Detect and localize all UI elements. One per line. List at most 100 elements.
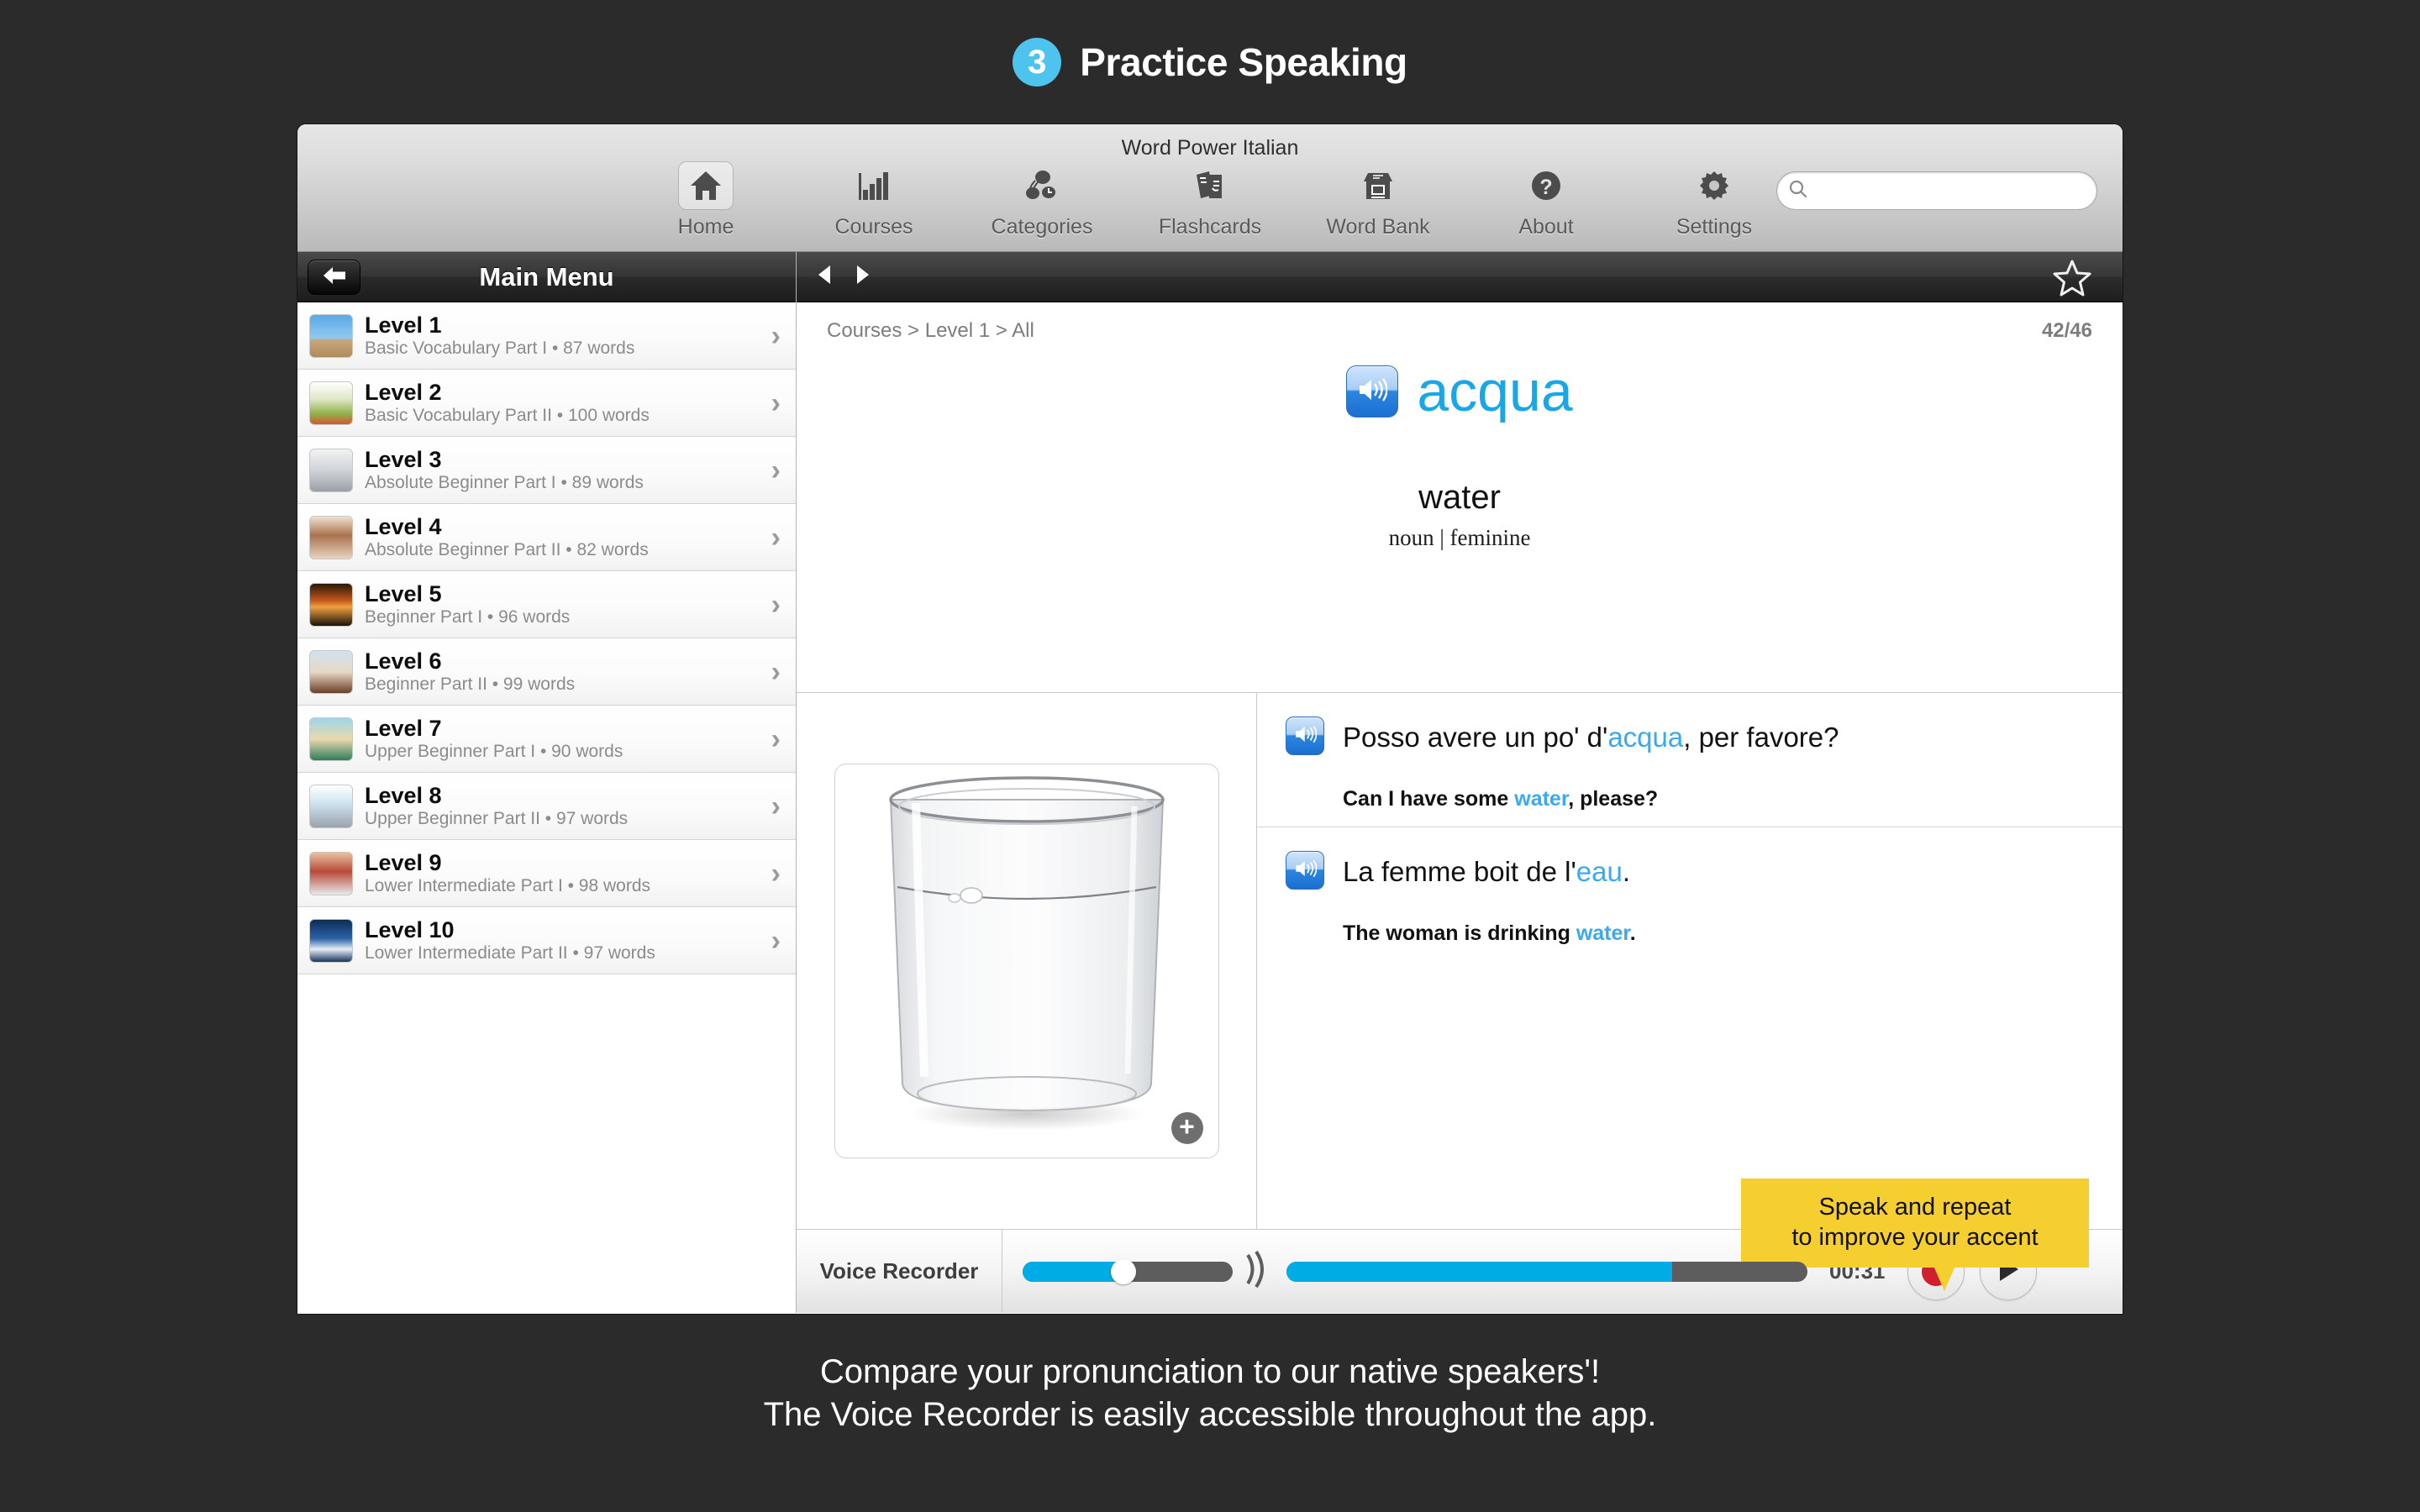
- level-subtitle: Absolute Beginner Part II • 82 words: [365, 540, 649, 560]
- sentence-block-1: Posso avere un po' d'acqua, per favore? …: [1257, 693, 2123, 827]
- bar-chart-icon: [846, 161, 902, 210]
- toolbar-item-flashcards[interactable]: Flashcards: [1126, 161, 1294, 239]
- star-favorite-icon[interactable]: [2052, 259, 2092, 302]
- level-subtitle: Lower Intermediate Part I • 98 words: [365, 876, 651, 896]
- glass-of-water-illustration: [888, 776, 1165, 1131]
- sentence-target-highlight: acqua: [1607, 722, 1684, 753]
- toolbar-item-home[interactable]: Home: [622, 161, 790, 239]
- sentence-native-highlight: water: [1514, 787, 1569, 811]
- sentence-native-highlight: water: [1576, 921, 1630, 945]
- level-thumbnail-icon: [309, 918, 353, 963]
- audio-play-sentence-2-button[interactable]: [1286, 851, 1324, 890]
- level-name: Level 6: [365, 648, 442, 674]
- svg-text:?: ?: [1539, 176, 1552, 199]
- chevron-right-icon: ›: [771, 319, 781, 352]
- recorder-label: Voice Recorder: [819, 1258, 979, 1284]
- search-box[interactable]: [1776, 171, 2097, 210]
- sidebar-item-level-2[interactable]: Level 2 Basic Vocabulary Part II • 100 wo…: [297, 370, 796, 437]
- toolbar-label-home: Home: [677, 215, 734, 239]
- playback-progress-fill: [1286, 1261, 1672, 1282]
- image-pane: +: [797, 693, 1257, 1229]
- translation: water: [1418, 479, 1501, 516]
- promo-header: 3 Practice Speaking: [0, 0, 2420, 124]
- audio-play-headword-button[interactable]: [1346, 365, 1399, 417]
- playback-progress-bar[interactable]: [1286, 1261, 1807, 1282]
- categories-icon: [1014, 161, 1070, 210]
- level-name: Level 1: [365, 312, 442, 338]
- sidebar-title: Main Menu: [479, 261, 614, 291]
- chevron-right-icon: ›: [771, 857, 781, 890]
- footer-caption-line-1: Compare your pronunciation to our native…: [819, 1353, 1601, 1390]
- sidebar-item-level-1[interactable]: Level 1 Basic Vocabulary Part I • 87 word…: [297, 302, 796, 370]
- sidebar-item-level-9[interactable]: Level 9 Lower Intermediate Part I • 98 wo…: [297, 840, 796, 907]
- sidebar-item-level-10[interactable]: Level 10 Lower Intermediate Part II • 97 …: [297, 907, 796, 974]
- level-thumbnail-icon: [309, 649, 353, 694]
- footer-caption-line-2: The Voice Recorder is easily accessible …: [763, 1396, 1657, 1434]
- chevron-right-icon: ›: [771, 454, 781, 486]
- toolbar-label-settings: Settings: [1676, 215, 1753, 239]
- level-text: Level 3 Absolute Beginner Part I • 89 wor…: [365, 447, 760, 493]
- card-middle-section: + Posso avere un po' d'acqua, per favore…: [797, 693, 2123, 1291]
- level-thumbnail-icon: [309, 313, 353, 358]
- toolbar-item-about[interactable]: ? About: [1462, 161, 1630, 239]
- sidebar-item-level-5[interactable]: Level 5 Beginner Part I • 96 words ›: [297, 571, 796, 638]
- next-card-button[interactable]: [854, 264, 872, 290]
- level-name: Level 7: [365, 715, 442, 741]
- audio-play-sentence-1-button[interactable]: [1286, 717, 1324, 755]
- recorder-label-wrap: Voice Recorder: [797, 1230, 1002, 1313]
- level-thumbnail-icon: [309, 515, 353, 559]
- level-thumbnail-icon: [309, 448, 353, 492]
- toolbar-item-courses[interactable]: Courses: [790, 161, 958, 239]
- volume-slider[interactable]: [1023, 1258, 1233, 1284]
- sentences-pane: Posso avere un po' d'acqua, per favore? …: [1257, 693, 2123, 1291]
- toolbar: Word Power Italian Home Courses Categori…: [297, 124, 2123, 252]
- arrow-left-icon: [322, 265, 347, 291]
- sidebar-item-level-3[interactable]: Level 3 Absolute Beginner Part I • 89 wor…: [297, 437, 796, 504]
- step-number-badge: 3: [1013, 38, 1062, 87]
- chevron-right-icon: ›: [771, 924, 781, 957]
- level-name: Level 5: [365, 580, 442, 606]
- zoom-image-button[interactable]: +: [1171, 1112, 1203, 1144]
- level-text: Level 4 Absolute Beginner Part II • 82 wo…: [365, 514, 760, 560]
- sentence-native-post: , please?: [1568, 787, 1659, 811]
- app-title: Word Power Italian: [1121, 136, 1299, 160]
- sidebar-item-level-7[interactable]: Level 7 Upper Beginner Part I • 90 words ›: [297, 706, 796, 773]
- callout-tail: [1933, 1266, 1955, 1291]
- search-icon: [1789, 180, 1807, 202]
- level-text: Level 1 Basic Vocabulary Part I • 87 word…: [365, 312, 760, 359]
- toolbar-label-flashcards: Flashcards: [1158, 215, 1262, 239]
- level-name: Level 2: [365, 379, 442, 405]
- speaker-icon: [1294, 724, 1318, 748]
- sidebar-item-level-8[interactable]: Level 8 Upper Beginner Part II • 97 words…: [297, 773, 796, 840]
- level-thumbnail-icon: [309, 851, 353, 895]
- previous-card-button[interactable]: [815, 264, 834, 290]
- level-text: Level 6 Beginner Part II • 99 words: [365, 648, 760, 695]
- chevron-right-icon: ›: [771, 790, 781, 822]
- word-image-frame[interactable]: +: [834, 764, 1219, 1158]
- volume-slider-fill: [1023, 1261, 1123, 1282]
- toolbar-item-categories[interactable]: Categories: [958, 161, 1126, 239]
- level-subtitle: Lower Intermediate Part II • 97 words: [365, 943, 655, 963]
- sentence-target-pre: La femme boit de l': [1343, 856, 1576, 887]
- volume-slider-knob[interactable]: [1111, 1258, 1136, 1284]
- main-pane: Courses > Level 1 > All 42/46 acqua wate…: [797, 252, 2123, 1313]
- chevron-right-icon: ›: [771, 722, 781, 755]
- question-mark-icon: ?: [1518, 161, 1574, 210]
- headword: acqua: [1417, 360, 1573, 423]
- breadcrumb[interactable]: Courses > Level 1 > All: [827, 319, 1034, 343]
- chevron-right-icon: ›: [771, 588, 781, 621]
- level-name: Level 4: [365, 513, 442, 539]
- volume-waves-icon: [1243, 1250, 1268, 1293]
- toolbar-item-word-bank[interactable]: Word Bank: [1294, 161, 1462, 239]
- sidebar-item-level-6[interactable]: Level 6 Beginner Part II • 99 words ›: [297, 638, 796, 706]
- search-input[interactable]: [1814, 180, 2085, 202]
- level-thumbnail-icon: [309, 582, 353, 627]
- sidebar-item-level-4[interactable]: Level 4 Absolute Beginner Part II • 82 wo…: [297, 504, 796, 571]
- back-button[interactable]: [308, 260, 360, 295]
- toolbar-item-settings[interactable]: Settings: [1630, 161, 1798, 239]
- gear-icon: [1686, 161, 1742, 210]
- level-name: Level 3: [365, 446, 442, 472]
- level-subtitle: Beginner Part I • 96 words: [365, 607, 571, 627]
- callout-line-2: to improve your accent: [1791, 1223, 2039, 1251]
- chevron-right-icon: ›: [771, 655, 781, 688]
